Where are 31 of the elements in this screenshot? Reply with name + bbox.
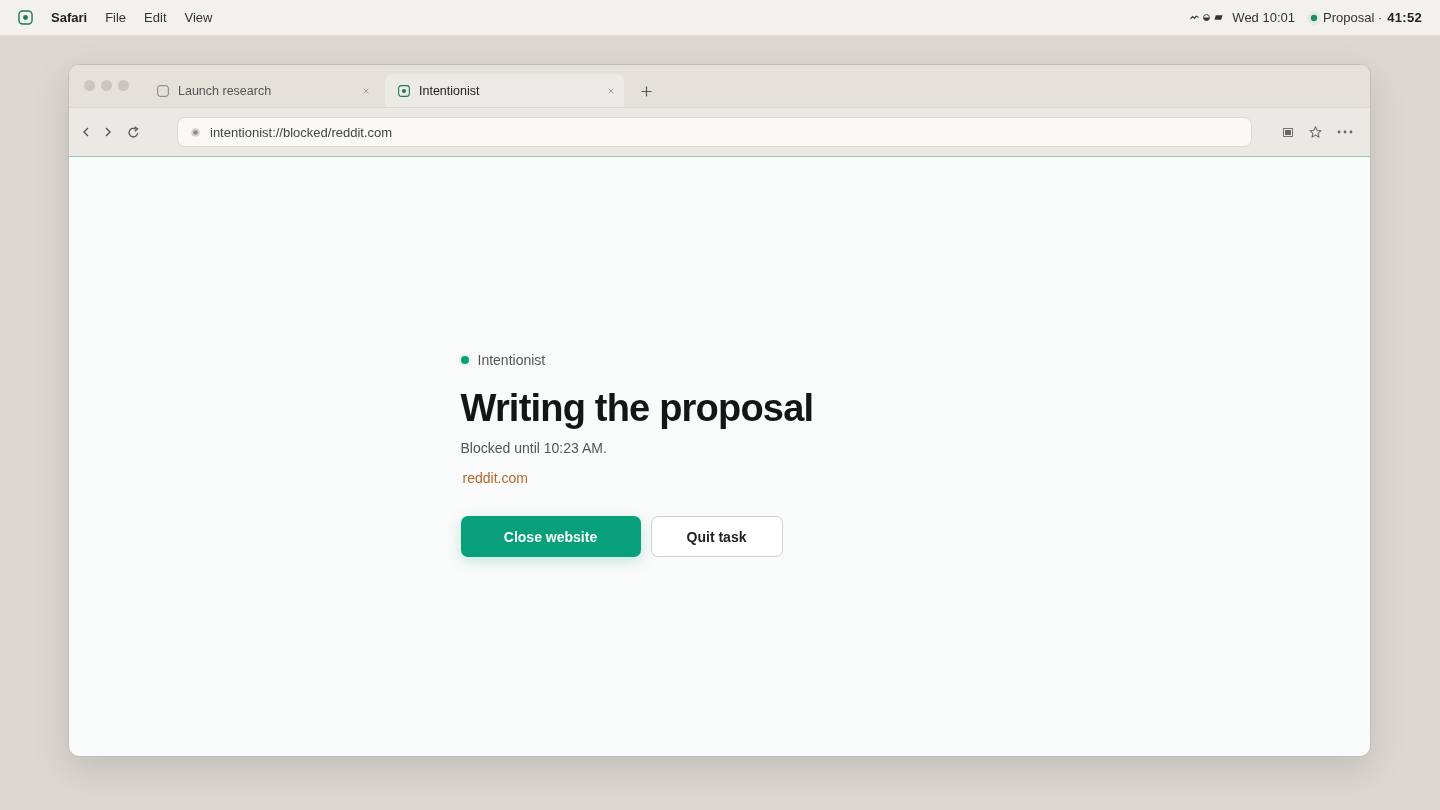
new-tab-icon[interactable] [641,86,652,97]
quit-task-button[interactable]: Quit task [650,516,783,557]
menu-item[interactable]: File [105,10,127,25]
zigzag-icon[interactable] [1190,14,1200,21]
browser-tab[interactable]: Launch research [146,74,379,107]
app-logo-icon [398,84,410,97]
app-menu[interactable]: Safari [51,10,88,25]
app-logo-icon[interactable] [18,10,33,25]
brand-label: Intentionist [477,352,546,368]
back-icon[interactable] [83,127,89,137]
blank-page-icon [157,84,169,97]
square-icon[interactable] [1283,127,1293,137]
forward-icon[interactable] [105,127,111,137]
address-field[interactable]: intentionist://blocked/reddit.com [177,117,1252,147]
blocked-message: Blocked until 10:23 AM. [460,439,607,457]
site-dot-icon [191,127,200,137]
slanted-bar-icon[interactable] [1214,14,1224,21]
page-title: Writing the proposal [460,386,814,431]
more-icon[interactable] [1337,130,1353,134]
menu-item[interactable]: View [184,10,213,25]
browser-tab[interactable]: Intentionist [385,74,624,107]
clock[interactable]: Wed 10:01 [1232,10,1295,25]
half-circle-icon[interactable] [1202,14,1212,21]
site-label: reddit.com [462,469,528,487]
status-dot-icon [460,356,469,364]
task-label[interactable]: Proposal · [1323,10,1383,25]
status-dot-icon [1307,10,1321,25]
star-icon[interactable] [1309,126,1322,138]
menu-item[interactable]: Edit [144,10,167,25]
timer-text[interactable]: 41:52 [1387,10,1422,25]
reload-icon[interactable] [127,125,140,139]
